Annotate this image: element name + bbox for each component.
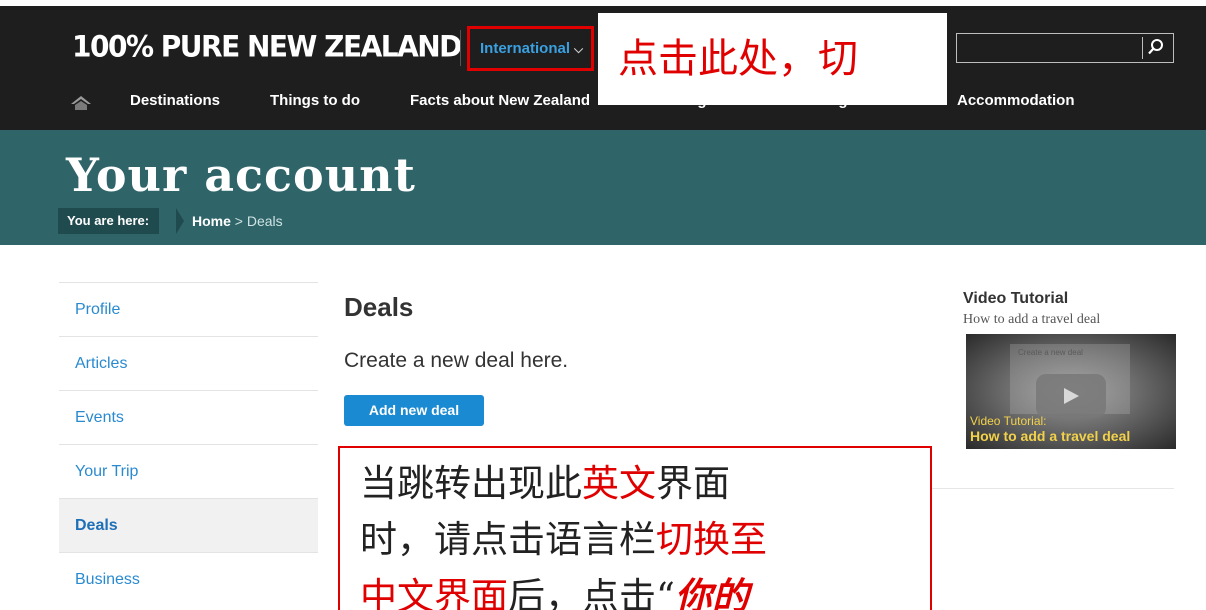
annotation-text-segment: 界面: [656, 462, 730, 505]
site-logo[interactable]: 100% PURE NEW ZEALAND: [72, 29, 462, 64]
home-icon[interactable]: [70, 95, 92, 111]
annotation-text: 当跳转出现此英文界面 时，请点击语言栏切换至 中文界面后，点击“你的: [360, 456, 900, 610]
video-heading: Video Tutorial: [963, 290, 1069, 307]
annotation-callout-main: 当跳转出现此英文界面 时，请点击语言栏切换至 中文界面后，点击“你的: [338, 446, 932, 610]
breadcrumb-separator: >: [234, 213, 243, 229]
sidebar-item-articles[interactable]: Articles: [59, 336, 318, 390]
nav-destinations[interactable]: Destinations: [130, 92, 220, 109]
video-thumbnail[interactable]: Create a new deal Video Tutorial: How to…: [966, 334, 1176, 449]
search-icon[interactable]: [1147, 38, 1165, 56]
account-sidebar: Profile Articles Events Your Trip Deals …: [59, 282, 318, 606]
sidebar-item-profile[interactable]: Profile: [59, 282, 318, 336]
top-strip: [0, 0, 1206, 6]
breadcrumb: Home > Deals: [192, 208, 283, 234]
nav-accommodation[interactable]: Accommodation: [957, 92, 1075, 109]
play-button[interactable]: [1036, 374, 1106, 418]
annotation-text-segment: 后，点击“: [508, 575, 675, 610]
annotation-highlight: 切换至: [656, 518, 767, 561]
search-separator: [1142, 37, 1143, 59]
sidebar-item-deals[interactable]: Deals: [59, 498, 318, 552]
section-title: Deals: [344, 292, 414, 322]
region-selector-label: International: [480, 40, 571, 57]
search-box[interactable]: [956, 33, 1174, 63]
breadcrumb-home[interactable]: Home: [192, 213, 231, 229]
breadcrumb-label: You are here:: [58, 208, 160, 234]
sidebar-item-your-trip[interactable]: Your Trip: [59, 444, 318, 498]
annotation-text-segment: 时，请点击语言栏: [360, 518, 656, 561]
annotation-line-1: 当跳转出现此英文界面: [360, 456, 900, 512]
annotation-text-segment: 当跳转出现此: [360, 462, 582, 505]
region-selector[interactable]: International ⌵: [467, 26, 594, 71]
annotation-highlight: 中文界面: [360, 575, 508, 610]
section-description: Create a new deal here.: [344, 349, 569, 372]
video-subtitle: How to add a travel deal: [963, 312, 1101, 327]
video-caption-small: Video Tutorial:: [970, 414, 1047, 428]
annotation-highlight: 你的: [674, 574, 749, 610]
right-divider: [932, 488, 1174, 489]
chevron-down-icon: ⌵: [574, 42, 584, 56]
header-divider: [460, 30, 461, 66]
annotation-line-2: 时，请点击语言栏切换至: [360, 512, 900, 568]
annotation-callout-top-overlay: 点击此处，切: [598, 13, 947, 105]
video-caption-large: How to add a travel deal: [970, 428, 1131, 444]
page-hero: Your account You are here: Home > Deals: [0, 130, 1206, 245]
nav-things-to-do[interactable]: Things to do: [270, 92, 360, 109]
breadcrumb-arrow: [176, 208, 184, 234]
breadcrumb-current: Deals: [246, 213, 283, 229]
sidebar-item-business[interactable]: Business: [59, 552, 318, 606]
annotation-highlight: 英文: [582, 462, 656, 505]
sidebar-item-events[interactable]: Events: [59, 390, 318, 444]
add-new-deal-button[interactable]: Add new deal: [344, 395, 484, 426]
play-icon: [1064, 388, 1079, 404]
video-preview-title: Create a new deal: [1018, 348, 1083, 357]
annotation-line-3: 中文界面后，点击“你的: [360, 568, 900, 610]
page-title: Your account: [66, 148, 416, 202]
nav-facts[interactable]: Facts about New Zealand: [410, 92, 590, 109]
